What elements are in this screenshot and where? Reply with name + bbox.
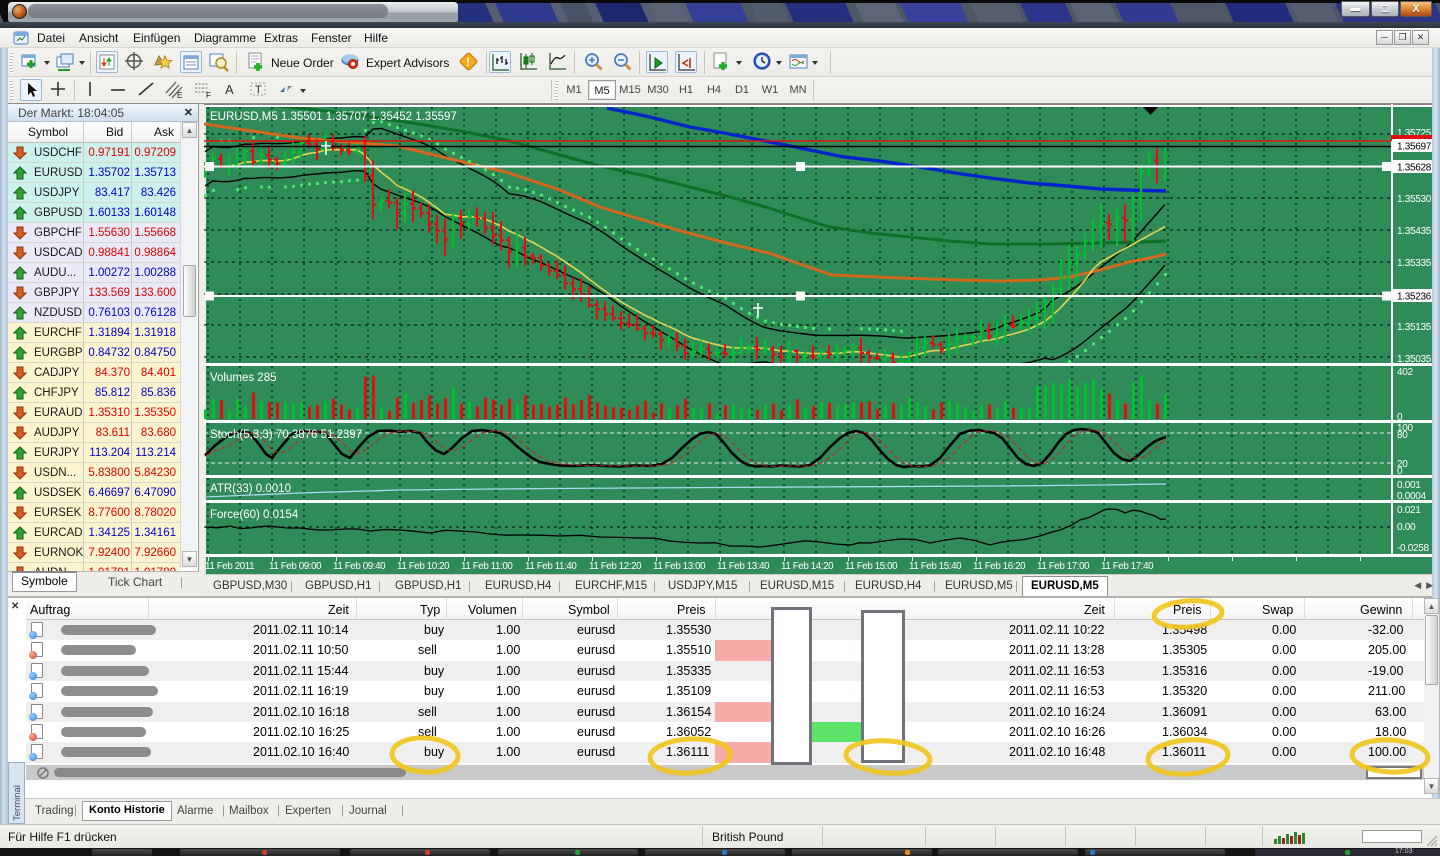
- svg-text:Stoch(5,3,3) 70.3876 51.2397: Stoch(5,3,3) 70.3876 51.2397: [210, 429, 362, 441]
- svg-text:E: E: [177, 91, 182, 100]
- svg-text:11 Feb 10:20: 11 Feb 10:20: [397, 561, 450, 572]
- svg-text:11 Feb 14:20: 11 Feb 14:20: [781, 561, 834, 572]
- svg-text:A: A: [225, 82, 234, 97]
- svg-text:11 Feb 13:00: 11 Feb 13:00: [653, 561, 706, 572]
- svg-text:11 Feb 11:00: 11 Feb 11:00: [461, 561, 513, 572]
- svg-text:1.35135: 1.35135: [1397, 322, 1432, 333]
- svg-text:1.35628: 1.35628: [1397, 163, 1432, 174]
- svg-text:11 Feb 17:00: 11 Feb 17:00: [1037, 561, 1090, 572]
- svg-text:11 Feb 16:20: 11 Feb 16:20: [973, 561, 1026, 572]
- svg-text:0.00: 0.00: [1397, 522, 1416, 533]
- svg-text:1.35697: 1.35697: [1397, 142, 1432, 153]
- svg-text:11 Feb 15:00: 11 Feb 15:00: [845, 561, 898, 572]
- svg-text:0.021: 0.021: [1397, 505, 1421, 516]
- svg-text:11 Feb 2011: 11 Feb 2011: [205, 561, 254, 572]
- svg-text:EURUSD,M5 1.35501 1.35707 1.3: EURUSD,M5 1.35501 1.35707 1.35452 1.3559…: [210, 111, 457, 123]
- svg-text:0: 0: [1397, 412, 1403, 423]
- svg-text:0.0004: 0.0004: [1397, 491, 1427, 502]
- svg-text:80: 80: [1397, 430, 1408, 441]
- svg-text:11 Feb 11:40: 11 Feb 11:40: [525, 561, 577, 572]
- svg-text:0.001: 0.001: [1397, 480, 1421, 491]
- svg-text:0: 0: [1397, 466, 1403, 477]
- svg-text:11 Feb 12:20: 11 Feb 12:20: [589, 561, 642, 572]
- svg-text:11 Feb 17:40: 11 Feb 17:40: [1101, 561, 1154, 572]
- svg-text:11 Feb 13:40: 11 Feb 13:40: [717, 561, 770, 572]
- svg-text:402: 402: [1397, 367, 1414, 378]
- svg-text:1.35530: 1.35530: [1397, 194, 1432, 205]
- svg-text:ATR(33) 0.0010: ATR(33) 0.0010: [210, 483, 291, 495]
- svg-text:Volumes 285: Volumes 285: [210, 372, 277, 384]
- svg-text:1.35335: 1.35335: [1397, 258, 1432, 269]
- svg-text:F: F: [206, 91, 211, 100]
- svg-text:!: !: [466, 55, 470, 69]
- svg-text:1.35435: 1.35435: [1397, 226, 1432, 237]
- svg-text:1.35035: 1.35035: [1397, 354, 1432, 365]
- svg-text:1.35236: 1.35236: [1397, 292, 1432, 303]
- svg-text:T: T: [255, 84, 262, 96]
- svg-text:Force(60) 0.0154: Force(60) 0.0154: [210, 509, 299, 521]
- svg-text:11 Feb 09:00: 11 Feb 09:00: [269, 561, 322, 572]
- svg-text:11 Feb 15:40: 11 Feb 15:40: [909, 561, 962, 572]
- svg-text:-0.0258: -0.0258: [1397, 543, 1430, 554]
- svg-text:11 Feb 09:40: 11 Feb 09:40: [333, 561, 386, 572]
